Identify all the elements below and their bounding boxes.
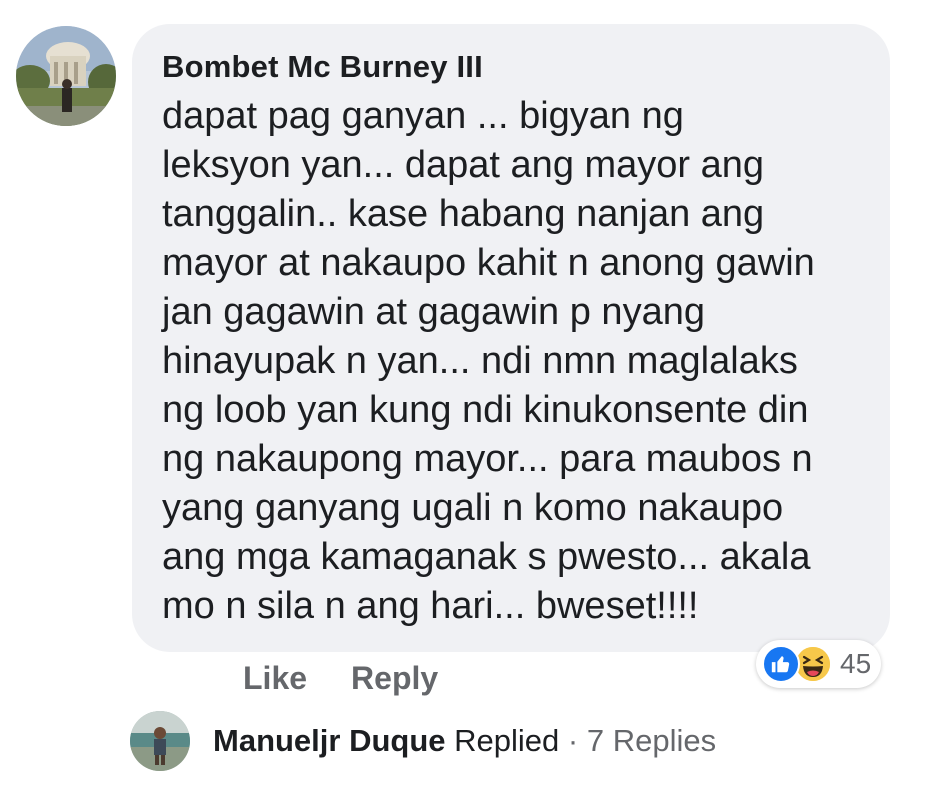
comment-bubble: Bombet Mc Burney III dapat pag ganyan ..… [132, 24, 890, 652]
replied-label: Replied [454, 723, 560, 758]
separator-dot: · [567, 723, 579, 758]
comment-line: jan gagawin at gagawin p nyang [162, 291, 705, 333]
comment-line: yang ganyang ugali n komo nakaupo [162, 487, 784, 529]
reaction-count: 45 [840, 648, 872, 679]
comment-line: dapat pag ganyan ... bigyan ng [162, 95, 684, 137]
comment-line: mayor at nakaupo kahit n anong gawin [162, 242, 815, 284]
reaction-summary[interactable]: 45 [756, 640, 882, 688]
comment-actions: Like Reply [243, 660, 438, 697]
replier-name[interactable]: Manueljr Duque [213, 723, 446, 758]
commenter-avatar[interactable] [16, 26, 116, 126]
comment-line: hinayupak n yan... ndi nmn maglalaks [162, 340, 798, 382]
reply-button[interactable]: Reply [351, 660, 438, 697]
comment-line: ng nakaupong mayor... para maubos n [162, 438, 813, 480]
replies-count[interactable]: 7 Replies [587, 723, 716, 758]
comment-body: dapat pag ganyan ... bigyan ng leksyon y… [162, 92, 862, 631]
comment-thread: Bombet Mc Burney III dapat pag ganyan ..… [0, 0, 926, 796]
comment-line: leksyon yan... dapat ang mayor ang [162, 144, 765, 186]
replies-summary-text[interactable]: Manueljr Duque Replied · 7 Replies [213, 723, 716, 759]
comment-line: tanggalin.. kase habang nanjan ang [162, 193, 765, 235]
replier-photo-icon [130, 711, 190, 771]
comment-author-name[interactable]: Bombet Mc Burney III [162, 50, 862, 84]
avatar-photo-icon [16, 26, 116, 126]
like-icon [762, 645, 800, 683]
replies-summary[interactable]: Manueljr Duque Replied · 7 Replies [130, 711, 716, 771]
comment-line: ang mga kamaganak s pwesto... akala [162, 536, 811, 578]
comment-line: mo n sila n ang hari... bweset!!!! [162, 585, 699, 627]
replier-avatar[interactable] [130, 711, 190, 771]
comment-line: ng loob yan kung ndi kinukonsente din [162, 389, 809, 431]
like-button[interactable]: Like [243, 660, 307, 697]
